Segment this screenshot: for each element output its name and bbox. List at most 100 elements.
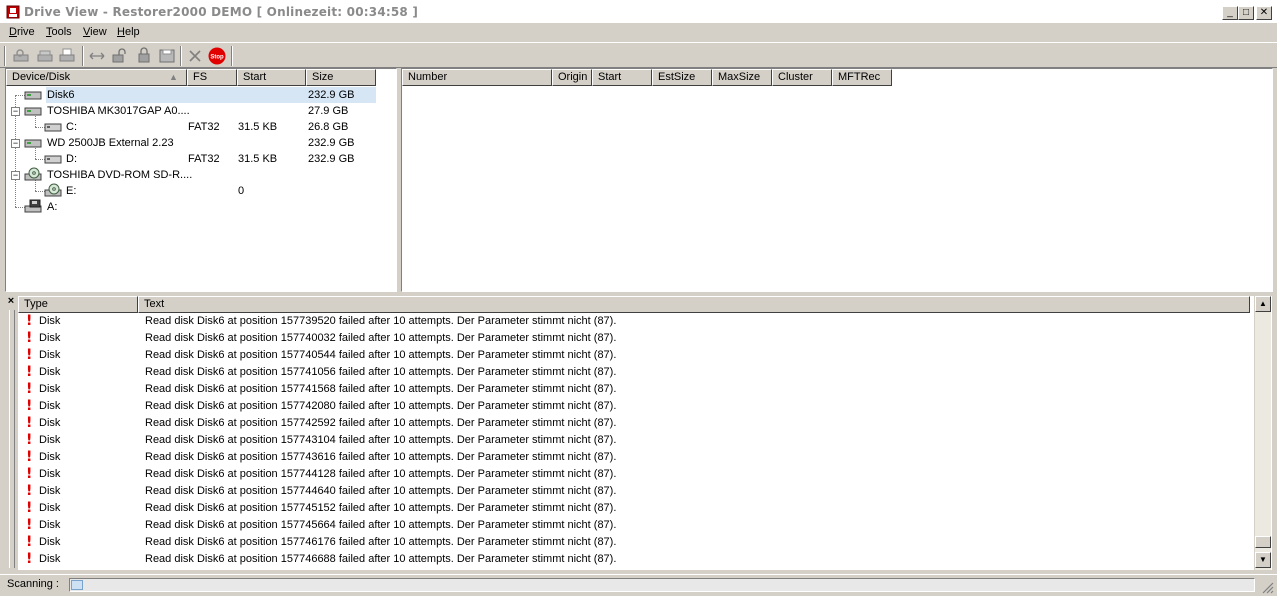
scroll-thumb[interactable] (1255, 536, 1271, 548)
log-row[interactable]: ! Disk Read disk Disk6 at position 1577395… (18, 313, 1252, 330)
log-text: Read disk Disk6 at position 157746688 fa… (145, 553, 617, 565)
tree-item-name[interactable]: WD 2500JB External 2.23 (47, 135, 174, 151)
tree-item-fs: FAT32 (188, 153, 220, 165)
log-type: Disk (39, 349, 61, 361)
scroll-down-icon[interactable]: ▼ (1255, 552, 1271, 568)
log-close-button[interactable]: × (5, 295, 17, 307)
log-row[interactable]: ! Disk Read disk Disk6 at position 1577451… (18, 500, 1252, 517)
log-row[interactable]: ! Disk Read disk Disk6 at position 1577456… (18, 517, 1252, 534)
error-icon: ! (26, 347, 33, 363)
log-row[interactable]: ! Disk Read disk Disk6 at position 1577425… (18, 415, 1252, 432)
log-type: Disk (39, 519, 61, 531)
log-row[interactable]: ! Disk Read disk Disk6 at position 1577400… (18, 330, 1252, 347)
log-row[interactable]: ! Disk Read disk Disk6 at position 1577436… (18, 449, 1252, 466)
log-type: Disk (39, 434, 61, 446)
column-header-mftrec[interactable]: MFTRec (832, 69, 892, 86)
error-icon: ! (26, 500, 33, 516)
log-text: Read disk Disk6 at position 157742080 fa… (145, 400, 617, 412)
log-row[interactable]: ! Disk Read disk Disk6 at position 1577410… (18, 364, 1252, 381)
column-header-text[interactable]: Text (138, 296, 1250, 313)
delete-icon[interactable] (186, 47, 204, 65)
log-row[interactable]: ! Disk Read disk Disk6 at position 1577466… (18, 551, 1252, 568)
disk-tree-pane[interactable]: Device/Disk ▲ FS Start Size Disk6 232.9 … (5, 68, 397, 292)
scroll-up-icon[interactable]: ▲ (1255, 296, 1271, 312)
collapse-toggle[interactable]: − (11, 107, 20, 116)
log-type: Disk (39, 536, 61, 548)
tree-item-name[interactable]: C: (66, 119, 77, 135)
close-button[interactable]: ✕ (1256, 6, 1272, 20)
tree-item-name[interactable]: A: (47, 199, 57, 215)
menu-drive[interactable]: Drive (9, 26, 35, 38)
save-icon[interactable] (158, 47, 176, 65)
log-row[interactable]: ! Disk Read disk Disk6 at position 1577420… (18, 398, 1252, 415)
column-header-fs[interactable]: FS (187, 69, 237, 86)
column-header-start[interactable]: Start (237, 69, 306, 86)
column-header-start[interactable]: Start (592, 69, 652, 86)
tree-item-name[interactable]: TOSHIBA DVD-ROM SD-R.... (47, 167, 192, 183)
log-row[interactable]: ! Disk Read disk Disk6 at position 1577415… (18, 381, 1252, 398)
lock-icon[interactable] (110, 47, 128, 65)
log-text: Read disk Disk6 at position 157744128 fa… (145, 468, 617, 480)
log-text: Read disk Disk6 at position 157745664 fa… (145, 519, 617, 531)
menu-help[interactable]: Help (117, 26, 140, 38)
log-vertical-scrollbar[interactable]: ▲ ▼ (1254, 296, 1271, 570)
error-icon: ! (26, 483, 33, 499)
log-row[interactable]: ! Disk Read disk Disk6 at position 1577405… (18, 347, 1252, 364)
error-icon: ! (26, 381, 33, 397)
column-header-size[interactable]: Size (306, 69, 376, 86)
file-list-pane[interactable]: Number Origin Start EstSize MaxSize Clus… (401, 68, 1273, 292)
column-header-device[interactable]: Device/Disk ▲ (6, 69, 187, 86)
column-header-origin[interactable]: Origin (552, 69, 592, 86)
scan-icon[interactable] (12, 47, 30, 65)
menu-tools[interactable]: Tools (46, 26, 72, 38)
column-header-number[interactable]: Number (402, 69, 552, 86)
sort-asc-icon: ▲ (169, 72, 178, 82)
log-type: Disk (39, 366, 61, 378)
error-icon: ! (26, 466, 33, 482)
log-type: Disk (39, 332, 61, 344)
tree-item-start: 31.5 KB (238, 121, 278, 133)
tree-item-size: 27.9 GB (308, 105, 349, 117)
resize-grip-icon[interactable] (1260, 580, 1274, 594)
tree-item-start: 31.5 KB (238, 153, 278, 165)
tree-item-name[interactable]: E: (66, 183, 76, 199)
log-row[interactable]: ! Disk Read disk Disk6 at position 1577431… (18, 432, 1252, 449)
error-icon: ! (26, 517, 33, 533)
tree-item-fs: FAT32 (188, 121, 220, 133)
tree-item-name[interactable]: Disk6 (47, 87, 75, 103)
column-header-type[interactable]: Type (18, 296, 138, 313)
log-text: Read disk Disk6 at position 157742592 fa… (145, 417, 617, 429)
tree-item-name[interactable]: TOSHIBA MK3017GAP A0.... (47, 103, 190, 119)
compare-icon[interactable] (88, 47, 106, 65)
scan-all-icon[interactable] (36, 47, 54, 65)
log-text: Read disk Disk6 at position 157743616 fa… (145, 451, 617, 463)
toolbar-grip (4, 46, 6, 66)
hard-disk-icon (24, 91, 42, 100)
menu-view[interactable]: View (83, 26, 107, 38)
maximize-button[interactable]: □ (1238, 6, 1254, 20)
collapse-toggle[interactable]: − (11, 171, 20, 180)
unlock-icon[interactable] (136, 47, 154, 65)
error-icon: ! (26, 313, 33, 329)
error-icon: ! (26, 330, 33, 346)
column-header-cluster[interactable]: Cluster (772, 69, 832, 86)
app-icon (6, 5, 20, 19)
column-header-maxsize[interactable]: MaxSize (712, 69, 772, 86)
log-row[interactable]: ! Disk Read disk Disk6 at position 1577461… (18, 534, 1252, 551)
log-type: Disk (39, 383, 61, 395)
print-icon[interactable] (58, 47, 76, 65)
log-row[interactable]: ! Disk Read disk Disk6 at position 1577446… (18, 483, 1252, 500)
column-header-estsize[interactable]: EstSize (652, 69, 712, 86)
log-type: Disk (39, 451, 61, 463)
stop-icon[interactable]: Stop (208, 47, 226, 65)
floppy-drive-icon (24, 199, 42, 213)
minimize-button[interactable]: _ (1222, 6, 1238, 20)
error-icon: ! (26, 534, 33, 550)
status-label: Scanning : (7, 578, 59, 590)
stop-icon-label: Stop (210, 55, 224, 61)
title-bar: Drive View - Restorer2000 DEMO [ Onlinez… (0, 0, 1277, 24)
tree-item-name[interactable]: D: (66, 151, 77, 167)
toolbar: Stop (0, 42, 1277, 68)
log-row[interactable]: ! Disk Read disk Disk6 at position 1577441… (18, 466, 1252, 483)
collapse-toggle[interactable]: − (11, 139, 20, 148)
